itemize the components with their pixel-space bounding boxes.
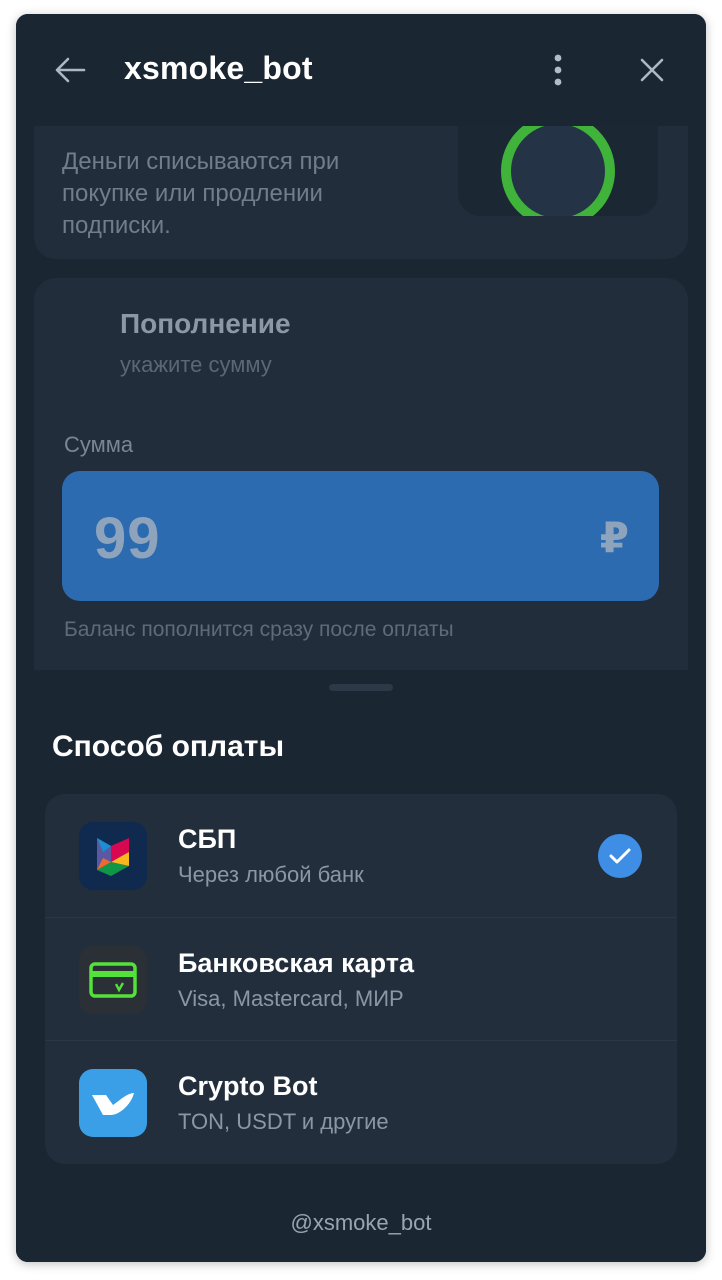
close-icon: [640, 58, 664, 82]
payment-method-bank-card[interactable]: Банковская карта Visa, Mastercard, МИР: [45, 917, 677, 1040]
more-vertical-icon: [554, 54, 562, 86]
progress-ring-box: [458, 126, 658, 216]
arrow-left-icon: [55, 57, 86, 83]
payment-methods-list: СБП Через любой банк Банковская карта Vi…: [45, 794, 677, 1164]
sbp-icon: [79, 822, 147, 890]
progress-ring-icon: [501, 126, 615, 216]
method-description: Visa, Mastercard, МИР: [178, 986, 404, 1011]
topup-card: Пополнение укажите сумму Сумма 99 ₽ Бала…: [34, 278, 688, 670]
method-name: Crypto Bot: [178, 1071, 318, 1101]
crypto-bot-icon: [79, 1069, 147, 1137]
method-name: СБП: [178, 824, 237, 854]
webapp-window: Деньги списываются при покупке или продл…: [16, 14, 706, 1262]
amount-value: 99: [94, 506, 161, 571]
payment-method-sbp[interactable]: СБП Через любой банк: [45, 794, 677, 917]
amount-hint: Баланс пополнится сразу после оплаты: [64, 618, 454, 641]
header-bar: xsmoke_bot: [16, 14, 706, 126]
topup-subtitle: укажите сумму: [120, 352, 272, 377]
sheet-grabber[interactable]: [329, 684, 393, 691]
more-menu-button[interactable]: [542, 50, 574, 90]
payment-method-crypto-bot[interactable]: Crypto Bot TON, USDT и другие: [45, 1040, 677, 1163]
bank-card-icon: [79, 946, 147, 1014]
close-button[interactable]: [634, 50, 670, 90]
method-description: TON, USDT и другие: [178, 1109, 389, 1134]
info-card-text: Деньги списываются при покупке или продл…: [62, 148, 340, 239]
topup-title: Пополнение: [120, 308, 291, 339]
page-content: Деньги списываются при покупке или продл…: [16, 126, 706, 670]
amount-input[interactable]: 99 ₽: [62, 471, 659, 601]
back-button[interactable]: [52, 52, 88, 88]
selected-check-icon: [598, 834, 642, 878]
amount-label: Сумма: [64, 432, 134, 457]
info-card: Деньги списываются при покупке или продл…: [34, 126, 688, 259]
method-description: Через любой банк: [178, 862, 364, 887]
payment-sheet: Способ оплаты СБП Через любой банк Банко…: [16, 670, 706, 1262]
footer-username: @xsmoke_bot: [290, 1210, 432, 1235]
bot-title: xsmoke_bot: [124, 50, 313, 86]
method-name: Банковская карта: [178, 948, 415, 978]
payment-method-title: Способ оплаты: [52, 730, 285, 763]
ruble-icon: ₽: [599, 514, 629, 561]
